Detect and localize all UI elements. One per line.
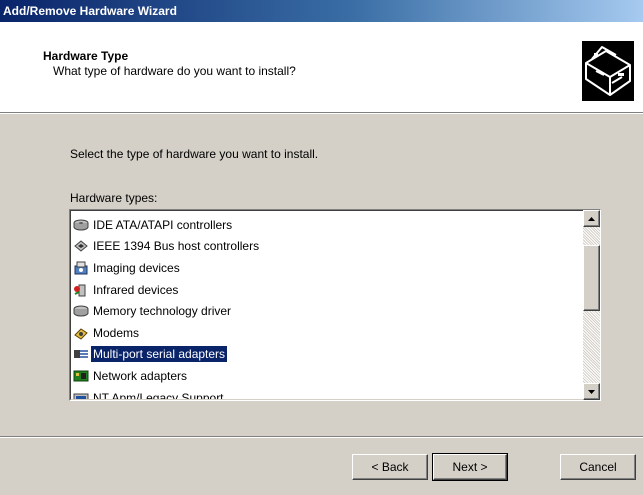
window-title: Add/Remove Hardware Wizard [0, 0, 643, 22]
ieee1394-icon [73, 238, 89, 254]
next-button[interactable]: Next > [432, 453, 508, 481]
network-adapter-icon [73, 368, 89, 384]
page-subtitle: What type of hardware do you want to ins… [53, 64, 296, 78]
ide-controller-icon [73, 217, 89, 233]
hardware-types-list: IDE ATA/ATAPI controllers IEEE 1394 Bus … [73, 214, 577, 399]
arrow-up-icon [588, 216, 595, 221]
list-item-multiport-serial-adapters[interactable]: Multi-port serial adapters [73, 344, 577, 366]
serial-adapter-icon [73, 346, 89, 362]
legacy-support-icon [73, 390, 89, 399]
wizard-header: Hardware Type What type of hardware do y… [0, 22, 643, 113]
instruction-text: Select the type of hardware you want to … [70, 147, 319, 161]
scroll-up-button[interactable] [583, 210, 600, 227]
hardware-wizard-icon [582, 41, 634, 101]
list-item-nt-apm-legacy[interactable]: NT Apm/Legacy Support [73, 387, 577, 399]
hardware-types-label: Hardware types: [70, 191, 158, 205]
infrared-device-icon [73, 282, 89, 298]
list-item-infrared-devices[interactable]: Infrared devices [73, 279, 577, 301]
cancel-button[interactable]: Cancel [560, 454, 636, 480]
list-item-memory-technology-driver[interactable]: Memory technology driver [73, 300, 577, 322]
page-title: Hardware Type [43, 49, 129, 63]
list-item-ieee1394[interactable]: IEEE 1394 Bus host controllers [73, 236, 577, 258]
list-item-network-adapters[interactable]: Network adapters [73, 365, 577, 387]
listbox-scrollbar[interactable] [583, 210, 600, 400]
header-divider [0, 113, 643, 114]
list-item-ide-controllers[interactable]: IDE ATA/ATAPI controllers [73, 214, 577, 236]
scroll-down-button[interactable] [583, 383, 600, 400]
imaging-device-icon [73, 260, 89, 276]
scrollbar-thumb[interactable] [583, 245, 600, 311]
list-item-imaging-devices[interactable]: Imaging devices [73, 257, 577, 279]
modem-icon [73, 325, 89, 341]
hardware-types-listbox[interactable]: IDE ATA/ATAPI controllers IEEE 1394 Bus … [69, 209, 601, 401]
back-button[interactable]: < Back [352, 454, 428, 480]
arrow-down-icon [588, 389, 595, 394]
list-item-modems[interactable]: Modems [73, 322, 577, 344]
memory-driver-icon [73, 303, 89, 319]
footer-divider [0, 436, 643, 438]
